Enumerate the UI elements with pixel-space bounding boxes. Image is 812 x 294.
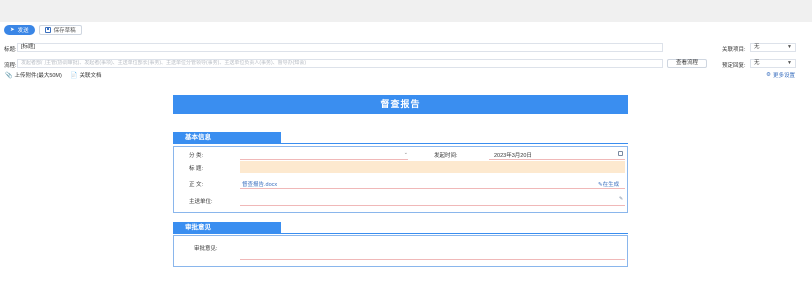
flow-label: 流程: [4,63,17,69]
opinion-input[interactable] [240,240,625,258]
title-label: 标题: [4,47,17,53]
paperclip-icon: 📎 [5,72,13,79]
chevron-down-icon: ▼ [787,44,792,50]
main-unit-underline [240,205,625,206]
title-row: 标题: [4,45,17,53]
title-input[interactable]: [标题] [17,43,663,52]
body-document-link[interactable]: 督查报告.docx [242,180,277,188]
body-label: 正 文: [189,182,204,188]
related-item-label: 关联项目: [722,47,746,53]
chevron-down-icon: ⌄ [403,150,408,156]
send-button[interactable]: ➤ 发送 [4,25,35,35]
opinion-label: 审批意见: [194,246,218,252]
view-flow-button[interactable]: 查看流程 [667,59,707,68]
related-doc-label: 关联文档 [79,73,102,79]
save-icon [44,27,51,33]
category-row: 分 类: ⌄ 发起时间: 2023年3月20日 [174,148,627,160]
start-time-underline [489,159,625,160]
related-doc-link[interactable]: 📄 关联文档 [70,71,102,80]
document-icon: 📄 [70,72,78,79]
expected-reply-label: 预定回复: [722,63,746,69]
body-underline [240,188,625,189]
category-label: 分 类: [189,153,204,159]
toolbar: ➤ 发送 保存草稿 [4,25,82,35]
chevron-down-icon: ▼ [787,60,792,66]
save-draft-label: 保存草稿 [53,28,76,34]
gear-icon: ⚙ [766,72,771,78]
start-time-label: 发起时间: [434,153,458,159]
basic-info-box: 分 类: ⌄ 发起时间: 2023年3月20日 标 题: 正 文: 督查报告.d… [173,146,628,213]
send-icon: ➤ [10,27,15,33]
upload-attachment-label: 上传附件(最大50M) [14,73,62,79]
doc-title-row: 标 题: [174,161,627,173]
flow-row: 流程: [4,61,17,69]
expected-reply-value: 无 [754,60,760,66]
unit-picker-icon[interactable]: ✎ [619,196,623,202]
section-divider [173,143,628,144]
expected-reply-select[interactable]: 无 ▼ [750,59,796,68]
doc-title-input[interactable] [240,161,625,173]
more-settings-link[interactable]: ⚙ 更多设置 [766,71,795,79]
opinion-underline [240,259,625,260]
category-underline [240,159,408,160]
main-unit-label: 主送单位: [189,199,213,205]
related-item-select[interactable]: 无 ▼ [750,43,796,52]
start-time-value[interactable]: 2023年3月20日 [494,151,532,159]
document-banner: 督查报告 [173,95,628,114]
section-divider [173,233,628,234]
body-regenerate-link[interactable]: ✎在生成 [598,180,619,188]
flow-input[interactable]: 发起者部门主管(协调审批)、发起者(事项)、主送单位部长(事务)、主送单位分管领… [17,59,663,68]
doc-title-label: 标 题: [189,166,204,172]
body-row: 正 文: 督查报告.docx ✎在生成 [174,177,627,189]
top-header-strip [0,0,812,22]
upload-attachment-link[interactable]: 📎 上传附件(最大50M) [5,71,62,80]
calendar-icon[interactable] [618,151,623,156]
more-settings-label: 更多设置 [772,73,795,79]
save-draft-button[interactable]: 保存草稿 [38,25,82,35]
approval-box: 审批意见: [173,235,628,267]
related-item-value: 无 [754,44,760,50]
main-unit-row: 主送单位: ✎ [174,194,627,206]
send-button-label: 发送 [17,28,29,34]
